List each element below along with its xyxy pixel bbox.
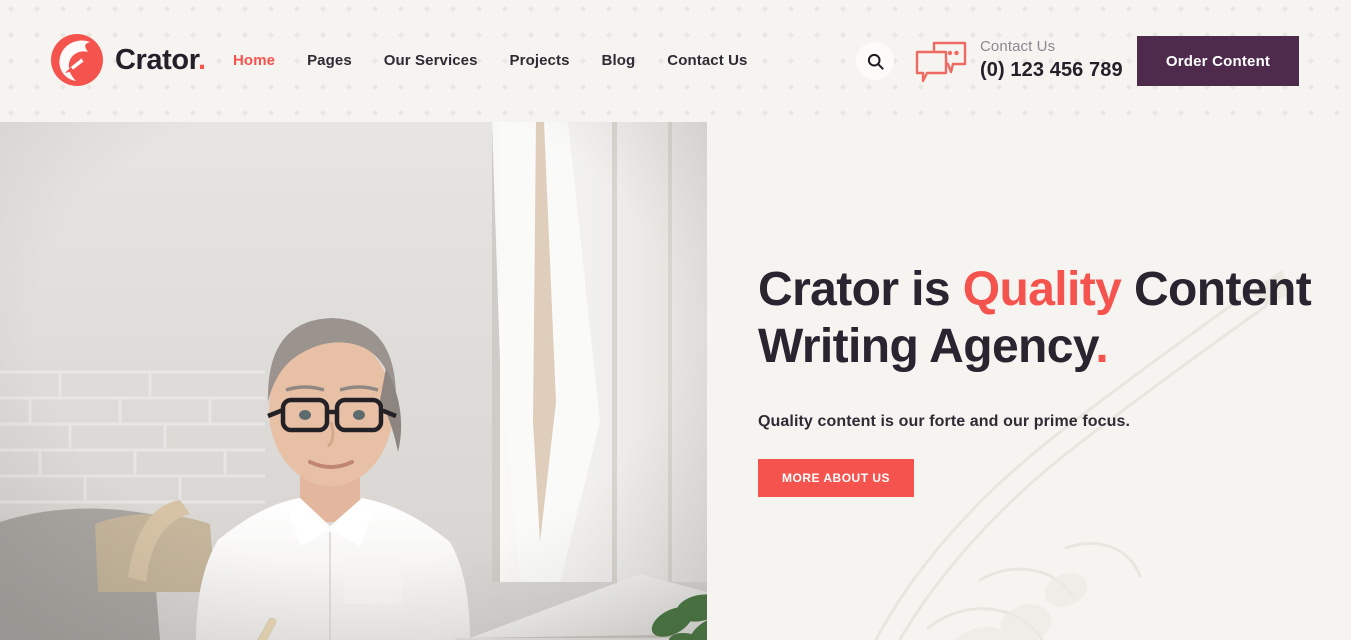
main-navigation: Home Pages Our Services Projects Blog Co…	[233, 52, 747, 69]
nav-item-pages[interactable]: Pages	[307, 52, 375, 69]
nav-item-contact-us[interactable]: Contact Us	[667, 52, 747, 69]
hero-title-part1: Crator is	[758, 263, 963, 316]
page-title: Crator is Quality Content Writing Agency…	[758, 262, 1318, 375]
more-about-us-button[interactable]: MORE ABOUT US	[758, 459, 915, 498]
search-button[interactable]	[856, 42, 894, 80]
hero-title-accent: Quality	[962, 263, 1122, 316]
order-content-button[interactable]: Order Content	[1137, 36, 1299, 86]
contact-phone-number[interactable]: (0) 123 456 789	[980, 59, 1123, 82]
nav-item-home[interactable]: Home	[233, 52, 298, 69]
hero-title-dot: .	[1095, 319, 1109, 373]
brand-name-dot: .	[198, 43, 206, 76]
hero-subtitle: Quality content is our forte and our pri…	[758, 413, 1131, 431]
landing-page: Crator. Home Pages Our Services Projects…	[0, 0, 1351, 640]
brand-name-text: Crator	[115, 43, 199, 76]
nav-item-blog[interactable]: Blog	[602, 52, 659, 69]
brand-logo[interactable]: Crator.	[50, 33, 206, 87]
hero-section: Crator is Quality Content Writing Agency…	[0, 122, 1351, 640]
brand-name: Crator.	[115, 43, 206, 76]
nav-item-projects[interactable]: Projects	[510, 52, 593, 69]
hero-photo	[0, 122, 707, 640]
hero-copy: Crator is Quality Content Writing Agency…	[758, 262, 1318, 498]
chat-bubbles-icon[interactable]	[913, 40, 969, 84]
crator-quill-circle-logo-icon	[50, 33, 104, 87]
contact-label: Contact Us	[980, 38, 1056, 55]
nav-item-our-services[interactable]: Our Services	[384, 52, 501, 69]
search-icon	[867, 53, 884, 70]
contact-info: Contact Us (0) 123 456 789	[980, 38, 1123, 82]
site-header: Crator. Home Pages Our Services Projects…	[0, 0, 1351, 122]
